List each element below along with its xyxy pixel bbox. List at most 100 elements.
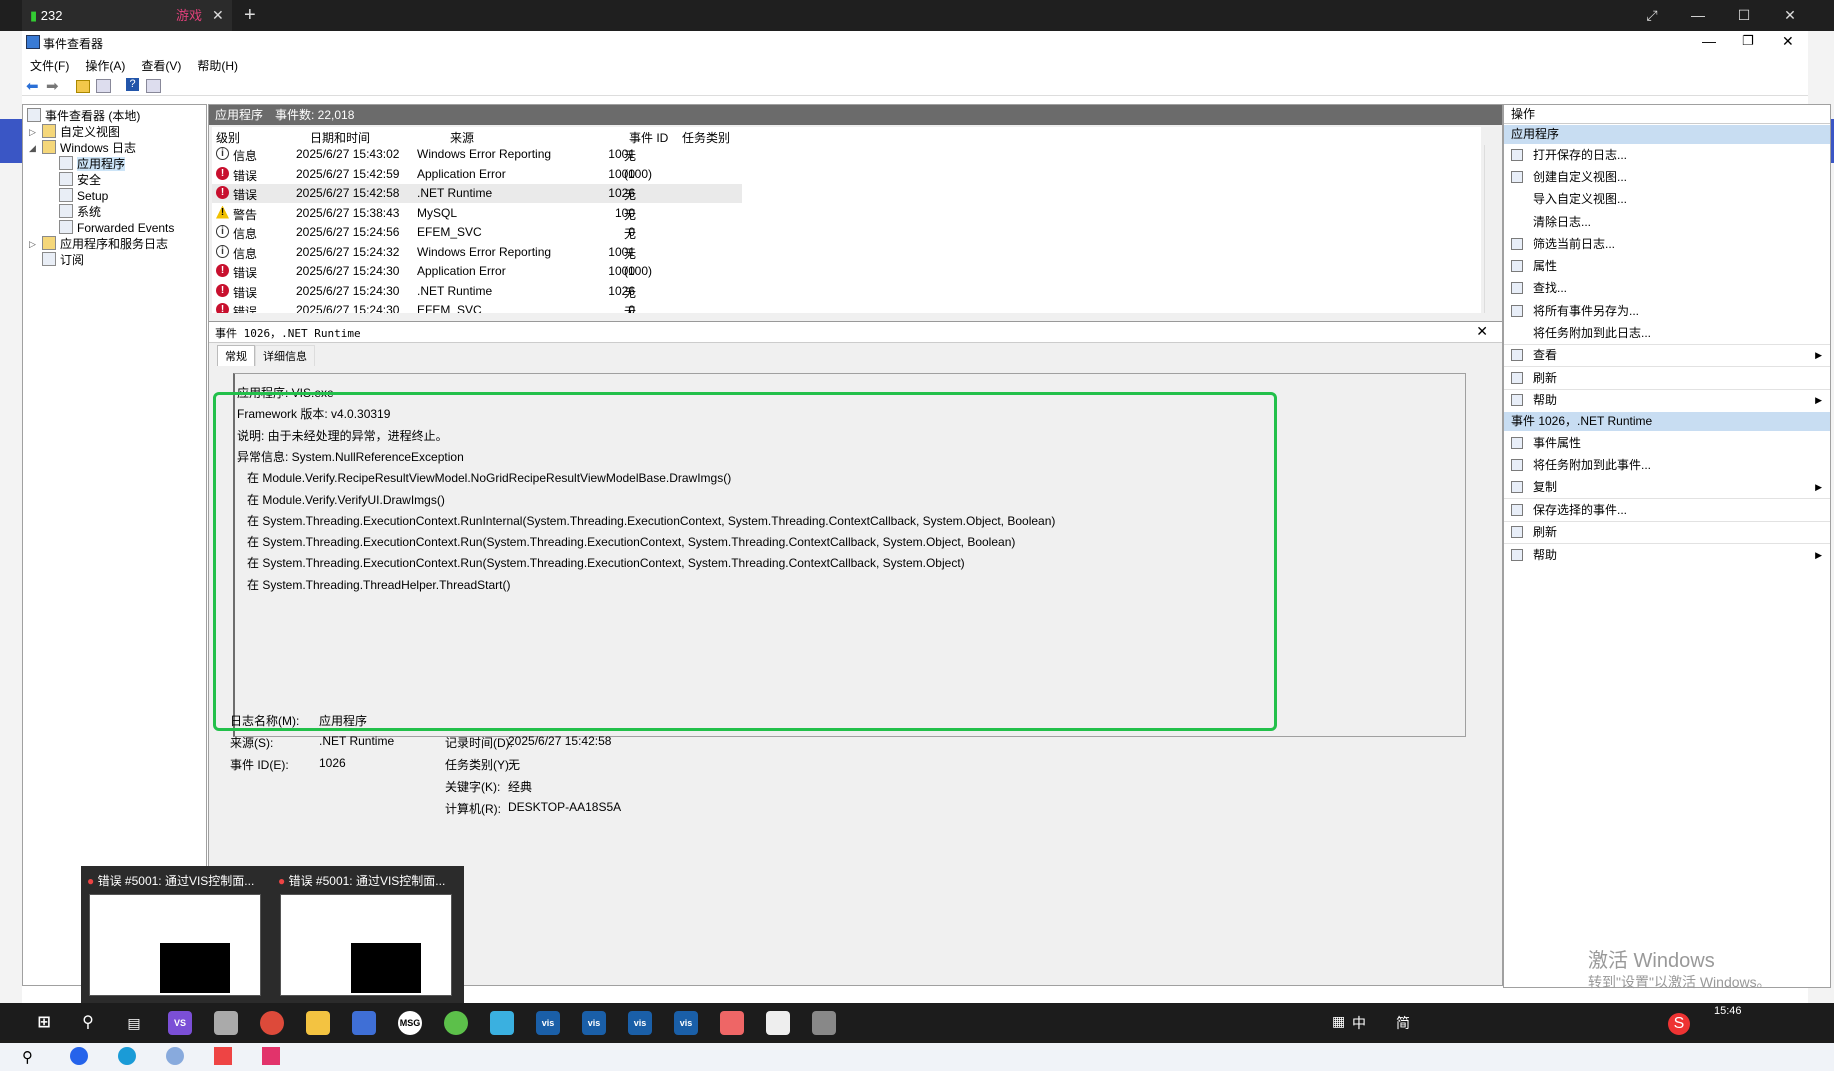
sogou-icon[interactable]: S xyxy=(1668,1013,1690,1035)
action-item[interactable]: 查看 ▶ xyxy=(1504,345,1830,365)
collapse-icon[interactable]: ◢ xyxy=(29,143,36,154)
table-row[interactable]: ! 错误 2025/6/27 15:42:59 Application Error 10… xyxy=(212,165,742,184)
expand-icon[interactable]: ▷ xyxy=(29,127,36,138)
menu-file[interactable]: 文件(F) xyxy=(26,54,73,77)
computer-icon[interactable] xyxy=(352,1011,376,1035)
menu-help[interactable]: 帮助(H) xyxy=(193,54,242,77)
action-item[interactable]: 刷新 xyxy=(1504,522,1830,542)
minimize-icon[interactable]: — xyxy=(1702,33,1716,49)
app-icon[interactable] xyxy=(262,1047,280,1065)
preview-window[interactable]: ● 错误 #5001: 通过VIS控制面... xyxy=(83,872,261,998)
action-item[interactable]: 属性 xyxy=(1504,256,1830,276)
filter-icon xyxy=(1511,171,1523,183)
app-icon[interactable] xyxy=(720,1011,744,1035)
column-source[interactable]: 来源 xyxy=(450,129,474,146)
app-icon[interactable] xyxy=(70,1047,88,1065)
actions-section-application[interactable]: 应用程序 xyxy=(1504,125,1830,144)
action-item[interactable]: 事件属性 xyxy=(1504,433,1830,453)
tab-general[interactable]: 常规 xyxy=(217,345,255,366)
forward-icon[interactable]: ➡ xyxy=(46,77,62,95)
action-item[interactable]: 刷新 xyxy=(1504,368,1830,388)
restore-icon[interactable]: ⤢ xyxy=(1632,0,1672,31)
folder-up-icon[interactable] xyxy=(76,80,90,93)
back-icon[interactable]: ⬅ xyxy=(26,77,42,95)
app-icon[interactable] xyxy=(490,1011,514,1035)
edge-icon[interactable] xyxy=(118,1047,136,1065)
action-item[interactable]: 帮助 ▶ xyxy=(1504,545,1830,565)
column-level[interactable]: 级别 xyxy=(216,129,240,146)
help-icon[interactable]: ? xyxy=(126,78,139,91)
show-tree-icon[interactable] xyxy=(96,79,111,93)
actions-section-event[interactable]: 事件 1026，.NET Runtime xyxy=(1504,412,1830,431)
table-row[interactable]: i 信息 2025/6/27 15:24:32 Windows Error Repor… xyxy=(212,243,742,262)
background-accent xyxy=(0,119,22,163)
msg-icon[interactable]: MSG xyxy=(398,1011,422,1035)
new-tab-button[interactable]: + xyxy=(244,0,256,31)
app-icon[interactable] xyxy=(766,1011,790,1035)
clock[interactable]: 15:46 xyxy=(1714,1005,1742,1017)
vis-app-icon[interactable]: vis xyxy=(674,1011,698,1035)
action-item[interactable]: 查找... xyxy=(1504,278,1830,298)
table-row[interactable]: ! 错误 2025/6/27 15:42:58 .NET Runtime 1026 无 xyxy=(212,184,742,203)
action-item[interactable]: 导入自定义视图... xyxy=(1504,189,1830,209)
input-method-icon[interactable]: ▦ xyxy=(1332,1013,1345,1030)
action-item[interactable]: 帮助 ▶ xyxy=(1504,390,1830,410)
table-row[interactable]: ! 错误 2025/6/27 15:24:30 Application Error 10… xyxy=(212,262,742,281)
action-item[interactable]: 将任务附加到此事件... xyxy=(1504,455,1830,475)
show-action-pane-icon[interactable] xyxy=(146,79,161,93)
column-task-category[interactable]: 任务类别 xyxy=(682,129,730,146)
action-item[interactable]: 创建自定义视图... xyxy=(1504,167,1830,187)
close-icon[interactable]: ✕ xyxy=(1770,0,1810,31)
vis-app-icon[interactable]: vis xyxy=(536,1011,560,1035)
task-view-icon[interactable]: ▤ xyxy=(122,1011,146,1035)
expand-icon[interactable]: ▷ xyxy=(29,239,36,250)
cell-level: 错误 xyxy=(233,266,258,280)
action-item[interactable]: 将所有事件另存为... xyxy=(1504,301,1830,321)
browser-tab-game[interactable]: 游戏 xyxy=(176,0,202,31)
vis-app-icon[interactable]: vis xyxy=(582,1011,606,1035)
ime-simplified[interactable]: 简 xyxy=(1396,1013,1410,1033)
vis-app-icon[interactable]: vis xyxy=(628,1011,652,1035)
table-row[interactable]: i 信息 2025/6/27 15:24:56 EFEM_SVC 0 无 xyxy=(212,223,742,242)
app-icon[interactable] xyxy=(166,1047,184,1065)
column-datetime[interactable]: 日期和时间 xyxy=(310,129,370,146)
app-icon[interactable] xyxy=(444,1011,468,1035)
table-row[interactable]: ! 错误 2025/6/27 15:24:30 EFEM_SVC 0 无 xyxy=(212,301,742,313)
close-detail-icon[interactable]: ✕ xyxy=(1476,323,1488,340)
restore-icon[interactable]: ❐ xyxy=(1742,33,1754,49)
tree-item-subscriptions[interactable]: 订阅 xyxy=(42,251,84,269)
event-viewer-taskbar-icon[interactable] xyxy=(812,1011,836,1035)
tab-close-icon[interactable]: ✕ xyxy=(212,0,224,31)
file-explorer-icon[interactable] xyxy=(306,1011,330,1035)
action-item[interactable]: 清除日志... xyxy=(1504,212,1830,232)
minimize-icon[interactable]: — xyxy=(1678,0,1718,31)
close-icon[interactable]: ✕ xyxy=(1782,33,1794,50)
cell-task: 无 xyxy=(624,188,637,202)
table-row[interactable]: i 信息 2025/6/27 15:43:02 Windows Error Repor… xyxy=(212,145,742,164)
preview-window[interactable]: ● 错误 #5001: 通过VIS控制面... xyxy=(274,872,452,998)
visual-studio-icon[interactable]: VS xyxy=(168,1011,192,1035)
ime-mode[interactable]: 中 xyxy=(1352,1013,1366,1033)
action-item[interactable]: 复制 ▶ xyxy=(1504,477,1830,497)
action-item[interactable]: 打开保存的日志... xyxy=(1504,145,1830,165)
column-event-id[interactable]: 事件 ID xyxy=(629,129,668,146)
search-icon[interactable]: ⚲ xyxy=(76,1011,100,1035)
action-item[interactable]: 筛选当前日志... xyxy=(1504,234,1830,254)
menu-view[interactable]: 查看(V) xyxy=(137,54,185,77)
maximize-icon[interactable]: ☐ xyxy=(1724,0,1764,31)
action-label: 创建自定义视图... xyxy=(1533,170,1628,184)
event-list-scrollbar[interactable] xyxy=(1484,145,1499,313)
cell-source: EFEM_SVC xyxy=(417,303,482,313)
table-row[interactable]: ! 错误 2025/6/27 15:24:30 .NET Runtime 1026 无 xyxy=(212,282,742,301)
menu-action[interactable]: 操作(A) xyxy=(81,54,129,77)
search-icon[interactable]: ⚲ xyxy=(22,1048,33,1066)
app-icon[interactable] xyxy=(214,1011,238,1035)
tab-details[interactable]: 详细信息 xyxy=(255,345,315,366)
wps-icon[interactable] xyxy=(214,1047,232,1065)
action-item[interactable]: 将任务附加到此日志... xyxy=(1504,323,1830,343)
start-icon[interactable]: ⊞ xyxy=(32,1011,56,1035)
table-row[interactable]: ! 警告 2025/6/27 15:38:43 MySQL 100 无 xyxy=(212,204,742,223)
tree-label: Windows 日志 xyxy=(60,141,137,155)
chrome-icon[interactable] xyxy=(260,1011,284,1035)
action-item[interactable]: 保存选择的事件... xyxy=(1504,500,1830,520)
